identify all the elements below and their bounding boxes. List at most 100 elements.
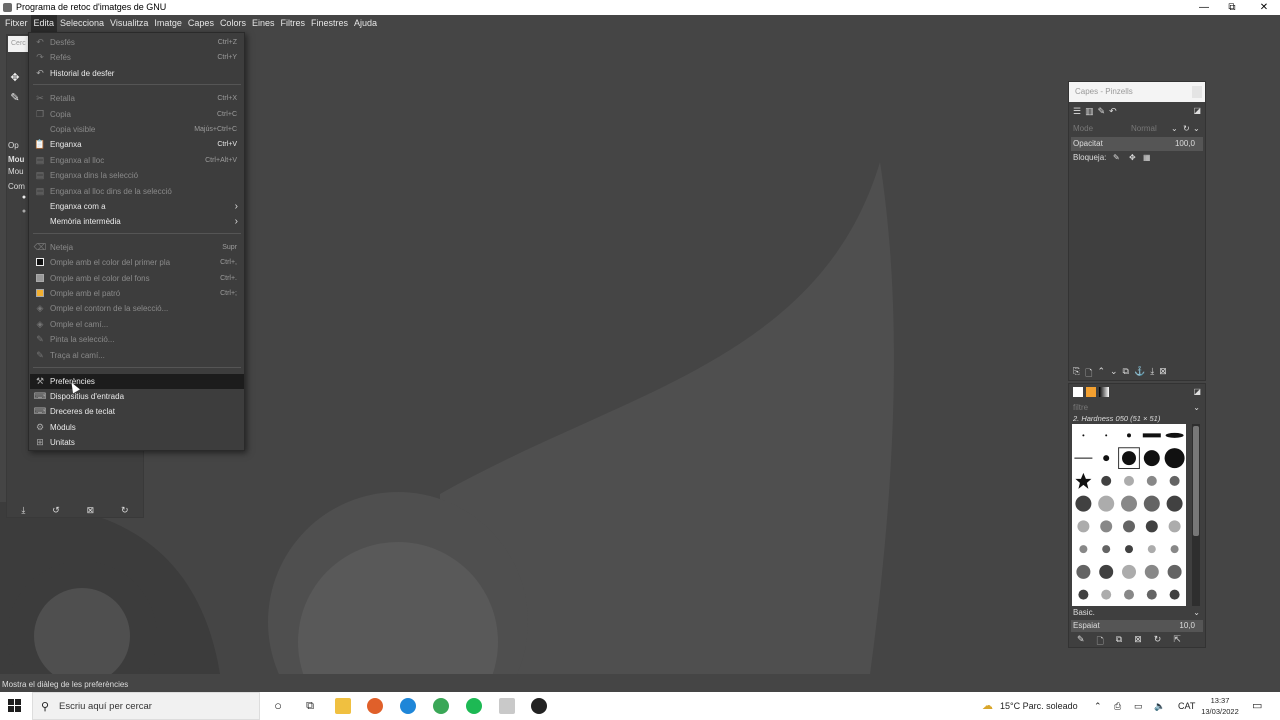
- chrome-icon[interactable]: [433, 698, 449, 714]
- mode-row[interactable]: Mode Normal ⌄ ↻ ⌄: [1071, 122, 1203, 136]
- brush-thumbnail[interactable]: [1124, 589, 1134, 600]
- brush-thumbnail[interactable]: [1102, 545, 1111, 554]
- chevron-down-icon[interactable]: ⌄: [1193, 122, 1200, 136]
- menu-ajuda[interactable]: Ajuda: [351, 15, 380, 32]
- notifications-icon[interactable]: ▭: [1252, 692, 1262, 720]
- chevron-down-icon[interactable]: ⌄: [1193, 607, 1200, 619]
- brushes-tab-icon[interactable]: [1073, 387, 1083, 397]
- delete-brush-icon[interactable]: ⊠: [1134, 634, 1142, 650]
- brush-thumbnail[interactable]: [1125, 545, 1133, 554]
- new-layer-icon[interactable]: 🗋: [1085, 366, 1092, 382]
- menu-item-memòria-intermèdia[interactable]: Memòria intermèdia ›: [30, 214, 244, 229]
- menu-item-pinta-la-selecció[interactable]: ✎ Pinta la selecció...: [30, 332, 244, 347]
- language-indicator[interactable]: CAT: [1178, 692, 1195, 720]
- tool-search-input[interactable]: Cerc: [8, 36, 30, 52]
- edit-brush-icon[interactable]: ✎: [1077, 634, 1085, 650]
- menu-imatge[interactable]: Imatge: [151, 15, 185, 32]
- menu-filtres[interactable]: Filtres: [277, 15, 308, 32]
- menu-item-enganxa-com-a[interactable]: Enganxa com a ›: [30, 199, 244, 214]
- brush-thumbnail[interactable]: [1169, 475, 1180, 486]
- menu-finestres[interactable]: Finestres: [308, 15, 351, 32]
- menu-item-neteja[interactable]: ⌫ Neteja Supr: [30, 240, 244, 255]
- menu-item-copia-visible[interactable]: Copia visible Majús+Ctrl+C: [30, 122, 244, 137]
- brush-thumbnail[interactable]: [1103, 455, 1110, 462]
- edge-icon[interactable]: [400, 698, 416, 714]
- menu-item-desfés[interactable]: ↶ Desfés Ctrl+Z: [30, 35, 244, 50]
- menu-item-mòduls[interactable]: ⚙ Mòduls: [30, 420, 244, 435]
- menu-item-enganxa-al-lloc[interactable]: ▤ Enganxa al lloc Ctrl+Alt+V: [30, 153, 244, 168]
- brush-thumbnail[interactable]: [1169, 589, 1180, 600]
- channels-tab-icon[interactable]: ▥: [1085, 106, 1094, 117]
- brush-thumbnail[interactable]: [1074, 457, 1093, 459]
- brush-thumbnail[interactable]: [1098, 495, 1115, 512]
- brush-thumbnail[interactable]: [1079, 545, 1088, 554]
- dock-tab[interactable]: Capes - Pinzells: [1069, 82, 1205, 102]
- brush-thumbnail[interactable]: [1164, 448, 1185, 469]
- menu-item-unitats[interactable]: ⊞ Unitats: [30, 435, 244, 450]
- brush-thumbnail[interactable]: [1146, 589, 1157, 600]
- dock-menu-icon[interactable]: ◪: [1193, 106, 1201, 115]
- close-button[interactable]: ✕: [1248, 0, 1280, 15]
- delete-tool-preset-icon[interactable]: ⊠: [87, 505, 95, 516]
- task-view-icon[interactable]: ⧉: [302, 698, 318, 714]
- gradients-tab-icon[interactable]: [1099, 387, 1109, 397]
- menu-item-traça-al-camí[interactable]: ✎ Traça al camí...: [30, 348, 244, 363]
- paths-tab-icon[interactable]: ✎: [1098, 106, 1106, 117]
- brush-thumbnail[interactable]: [1167, 564, 1182, 579]
- brush-thumbnail[interactable]: [1146, 475, 1157, 486]
- spacing-slider[interactable]: Espaiat 10,0: [1071, 620, 1203, 632]
- cortana-icon[interactable]: ○: [270, 698, 286, 714]
- refresh-brushes-icon[interactable]: ↻: [1154, 634, 1162, 650]
- menu-item-copia[interactable]: ❐ Copia Ctrl+C: [30, 107, 244, 122]
- weather-text[interactable]: 15°C Parc. soleado: [1000, 692, 1078, 720]
- maximize-button[interactable]: ⧉: [1216, 0, 1248, 15]
- brush-thumbnail[interactable]: [1142, 433, 1161, 438]
- menu-item-omple-amb-el-patró[interactable]: Omple amb el patró Ctrl+;: [30, 286, 244, 301]
- brush-thumbnail[interactable]: [1145, 520, 1158, 533]
- move-tool-icon[interactable]: ✥: [8, 71, 22, 85]
- duplicate-layer-icon[interactable]: ⧉: [1123, 366, 1129, 382]
- save-tool-preset-icon[interactable]: ⤓: [21, 505, 25, 516]
- menu-capes[interactable]: Capes: [185, 15, 217, 32]
- duplicate-brush-icon[interactable]: ⧉: [1116, 634, 1122, 650]
- patterns-tab-icon[interactable]: [1086, 387, 1096, 397]
- reset-tool-icon[interactable]: ↻: [121, 505, 129, 516]
- menu-item-omple-amb-el-color-del-primer-pla[interactable]: Omple amb el color del primer pla Ctrl+,: [30, 255, 244, 270]
- brush-thumbnail[interactable]: [1101, 475, 1112, 486]
- delete-layer-icon[interactable]: ⊠: [1159, 366, 1167, 382]
- network-icon[interactable]: ⎙: [1114, 692, 1121, 720]
- menu-eines[interactable]: Eines: [249, 15, 278, 32]
- dock-menu-icon[interactable]: ◪: [1193, 387, 1201, 396]
- merge-layer-icon[interactable]: ⤓: [1150, 366, 1154, 382]
- file-explorer-icon[interactable]: [335, 698, 351, 714]
- switch-icon[interactable]: ↻: [1183, 122, 1190, 136]
- menu-item-omple-el-contorn-de-la-selecció[interactable]: ◈ Omple el contorn de la selecció...: [30, 301, 244, 316]
- menu-item-enganxa-al-lloc-dins-de-la-selecció[interactable]: ▤ Enganxa al lloc dins de la selecció: [30, 184, 244, 199]
- lock-pixels-icon[interactable]: ✎: [1113, 151, 1120, 165]
- menu-visualitza[interactable]: Visualitza: [107, 15, 151, 32]
- taskbar-search-input[interactable]: ⚲ Escriu aquí per cercar: [32, 692, 260, 720]
- menu-item-refés[interactable]: ↷ Refés Ctrl+Y: [30, 50, 244, 65]
- menu-item-dispositius-d-entrada[interactable]: ⌨ Dispositius d'entrada: [30, 389, 244, 404]
- brush-filter-input[interactable]: filtre ⌄: [1071, 402, 1203, 414]
- raise-layer-icon[interactable]: ⌃: [1097, 366, 1105, 382]
- brush-thumbnail[interactable]: [1082, 434, 1085, 437]
- menu-selecciona[interactable]: Selecciona: [57, 15, 107, 32]
- lower-layer-icon[interactable]: ⌄: [1110, 366, 1118, 382]
- brush-thumbnail[interactable]: [1165, 432, 1184, 438]
- brush-thumbnail[interactable]: [1101, 589, 1112, 600]
- brush-thumbnail[interactable]: [1127, 433, 1131, 438]
- lock-position-icon[interactable]: ✥: [1129, 151, 1136, 165]
- brush-thumbnail[interactable]: [1168, 520, 1181, 533]
- menu-item-retalla[interactable]: ✂ Retalla Ctrl+X: [30, 91, 244, 106]
- brush-thumbnail[interactable]: [1124, 475, 1134, 486]
- menu-item-omple-el-camí[interactable]: ◈ Omple el camí...: [30, 317, 244, 332]
- paintbrush-tool-icon[interactable]: ✎: [8, 91, 22, 105]
- obs-icon[interactable]: [531, 698, 547, 714]
- menu-fitxer[interactable]: Fitxer: [2, 15, 31, 32]
- menu-item-enganxa[interactable]: 📋 Enganxa Ctrl+V: [30, 137, 244, 152]
- gimp-taskbar-icon[interactable]: [499, 698, 515, 714]
- opacity-slider[interactable]: Opacitat 100,0: [1071, 137, 1203, 151]
- menu-item-dreceres-de-teclat[interactable]: ⌨ Dreceres de teclat: [30, 404, 244, 419]
- menu-item-historial-de-desfer[interactable]: ↶ Historial de desfer: [30, 66, 244, 81]
